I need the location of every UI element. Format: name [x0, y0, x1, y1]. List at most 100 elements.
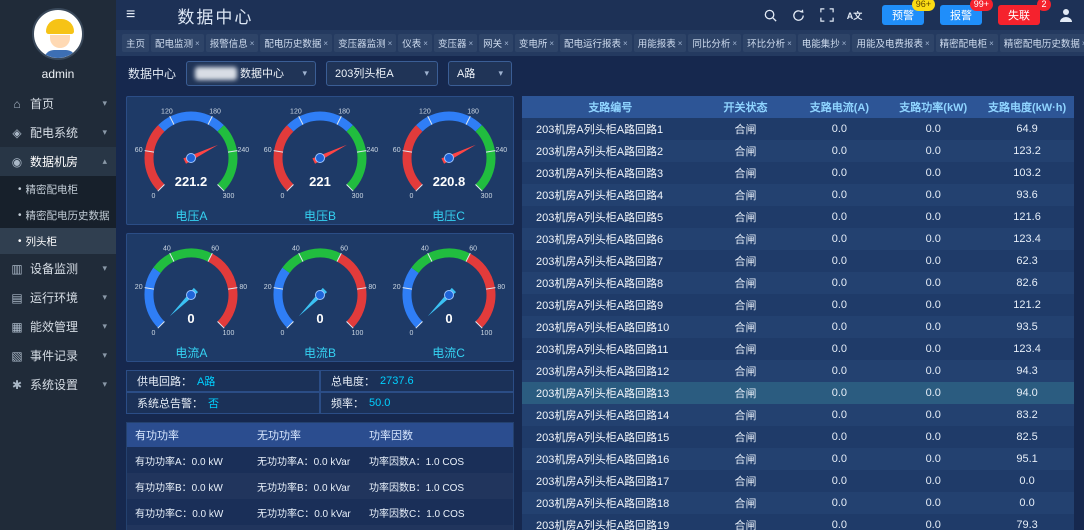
offline-button[interactable]: 失联2 [998, 5, 1040, 25]
branch-energy-cell: 121.6 [980, 206, 1074, 228]
table-row[interactable]: 203机房A列头柜A路回路17合闸0.00.00.0 [522, 470, 1074, 492]
tab-close-icon[interactable]: × [925, 39, 930, 48]
svg-text:220.8: 220.8 [432, 174, 465, 189]
sidebar-subitem-precision-cabinet[interactable]: •精密配电柜 [0, 176, 116, 202]
tab-close-icon[interactable]: × [732, 39, 737, 48]
table-row[interactable]: 203机房A列头柜A路回路13合闸0.00.094.0 [522, 382, 1074, 404]
table-row[interactable]: 203机房A列头柜A路回路1合闸0.00.064.9 [522, 118, 1074, 140]
tab-substation[interactable]: 变电所× [515, 34, 558, 52]
svg-text:60: 60 [212, 245, 220, 252]
tab-close-icon[interactable]: × [423, 39, 428, 48]
sidebar-item-runtime-env[interactable]: ▤运行环境▾ [0, 283, 116, 312]
table-row[interactable]: 203机房A列头柜A路回路11合闸0.00.0123.4 [522, 338, 1074, 360]
chevron-down-icon: ▾ [102, 127, 107, 138]
tab-yoy-analysis[interactable]: 同比分析× [688, 34, 741, 52]
tab-precision-cabinet[interactable]: 精密配电柜× [936, 34, 998, 52]
sidebar-item-system-settings[interactable]: ✱系统设置▾ [0, 370, 116, 399]
gauge-voltage-b: 060120180240300221电压B [258, 100, 382, 224]
sidebar-item-power-system[interactable]: ◈配电系统▾ [0, 118, 116, 147]
branch-header-cell: 支路电度(kW·h) [980, 96, 1074, 118]
tab-energy-report[interactable]: 用能报表× [634, 34, 687, 52]
table-row[interactable]: 203机房A列头柜A路回路7合闸0.00.062.3 [522, 250, 1074, 272]
voltage-gauges: 060120180240300221.2电压A06012018024030022… [127, 97, 513, 224]
home-icon: ⌂ [9, 97, 25, 111]
tab-mom-analysis[interactable]: 环比分析× [743, 34, 796, 52]
gauge-label: 电压C [387, 207, 511, 224]
tab-close-icon[interactable]: × [504, 39, 509, 48]
sidebar-item-data-room[interactable]: ◉数据机房▴ [0, 147, 116, 176]
table-row[interactable]: 203机房A列头柜A路回路9合闸0.00.0121.2 [522, 294, 1074, 316]
svg-text:180: 180 [467, 108, 479, 115]
tab-close-icon[interactable]: × [623, 39, 628, 48]
tab-energy-collection[interactable]: 电能集抄× [798, 34, 851, 52]
table-row[interactable]: 203机房A列头柜A路回路10合闸0.00.093.5 [522, 316, 1074, 338]
language-icon[interactable]: A文 [846, 7, 863, 24]
avatar[interactable] [32, 8, 84, 60]
switch-status-cell: 合闸 [699, 316, 793, 338]
tab-home[interactable]: 主页 [122, 34, 149, 52]
tab-close-icon[interactable]: × [678, 39, 683, 48]
sidebar-item-event-log[interactable]: ▧事件记录▾ [0, 341, 116, 370]
tab-close-icon[interactable]: × [989, 39, 994, 48]
alarm-button[interactable]: 报警99+ [940, 5, 982, 25]
branch-power-cell: 0.0 [886, 470, 980, 492]
gauge-current-a: 0204060801000电流A [129, 237, 253, 361]
sidebar-item-home[interactable]: ⌂首页▾ [0, 89, 116, 118]
tab-power-history[interactable]: 配电历史数据× [260, 34, 332, 52]
tab-close-icon[interactable]: × [250, 39, 255, 48]
tab-precision-history[interactable]: 精密配电历史数据× [1000, 34, 1084, 52]
circuit-select[interactable]: A路▾ [448, 61, 512, 86]
tab-close-icon[interactable]: × [549, 39, 554, 48]
tab-energy-fee-report[interactable]: 用能及电费报表× [852, 34, 933, 52]
filter-label: 数据中心 [128, 65, 176, 82]
table-row[interactable]: 203机房A列头柜A路回路6合闸0.00.0123.4 [522, 228, 1074, 250]
table-row[interactable]: 203机房A列头柜A路回路2合闸0.00.0123.2 [522, 140, 1074, 162]
refresh-icon[interactable] [790, 7, 807, 24]
table-row[interactable]: 203机房A列头柜A路回路4合闸0.00.093.6 [522, 184, 1074, 206]
tab-close-icon[interactable]: × [323, 39, 328, 48]
tab-transformer-monitor[interactable]: 变压器监测× [334, 34, 396, 52]
summary-info-grid: 供电回路：A路总电度：2737.6系统总告警：否频率：50.0 [126, 370, 514, 414]
search-icon[interactable] [762, 7, 779, 24]
table-row[interactable]: 203机房A列头柜A路回路16合闸0.00.095.1 [522, 448, 1074, 470]
branch-energy-cell: 83.2 [980, 404, 1074, 426]
fullscreen-icon[interactable] [818, 7, 835, 24]
switch-status-cell: 合闸 [699, 426, 793, 448]
sidebar-subitem-row-head-cabinet[interactable]: •列头柜 [0, 228, 116, 254]
sidebar-item-device-monitor[interactable]: ▥设备监测▾ [0, 254, 116, 283]
tab-power-monitor[interactable]: 配电监测× [151, 34, 204, 52]
tab-label: 环比分析 [747, 36, 785, 50]
branch-energy-cell: 94.3 [980, 360, 1074, 382]
datacenter-select[interactable]: 数据中心▾ [186, 61, 316, 86]
tab-alarm-info[interactable]: 报警信息× [206, 34, 259, 52]
tab-close-icon[interactable]: × [388, 39, 393, 48]
tab-meter[interactable]: 仪表× [398, 34, 432, 52]
table-row[interactable]: 203机房A列头柜A路回路5合闸0.00.0121.6 [522, 206, 1074, 228]
svg-text:60: 60 [469, 245, 477, 252]
warning-badge: 96+ [912, 0, 935, 11]
tab-close-icon[interactable]: × [195, 39, 200, 48]
table-row[interactable]: 203机房A列头柜A路回路18合闸0.00.00.0 [522, 492, 1074, 514]
sidebar-item-energy-mgmt[interactable]: ▦能效管理▾ [0, 312, 116, 341]
svg-text:0: 0 [188, 311, 195, 326]
table-row[interactable]: 203机房A列头柜A路回路8合闸0.00.082.6 [522, 272, 1074, 294]
table-row[interactable]: 203机房A列头柜A路回路14合闸0.00.083.2 [522, 404, 1074, 426]
tab-close-icon[interactable]: × [468, 39, 473, 48]
tab-power-run-report[interactable]: 配电运行报表× [560, 34, 632, 52]
table-row[interactable]: 203机房A列头柜A路回路15合闸0.00.082.5 [522, 426, 1074, 448]
table-row[interactable]: 203机房A列头柜A路回路12合闸0.00.094.3 [522, 360, 1074, 382]
tab-close-icon[interactable]: × [787, 39, 792, 48]
svg-text:100: 100 [352, 330, 364, 337]
tab-close-icon[interactable]: × [842, 39, 847, 48]
sidebar-subitem-precision-history[interactable]: •精密配电历史数据 [0, 202, 116, 228]
user-icon[interactable] [1057, 7, 1074, 24]
cabinet-select[interactable]: 203列头柜A▾ [326, 61, 438, 86]
warning-button[interactable]: 预警96+ [882, 5, 924, 25]
table-row[interactable]: 203机房A列头柜A路回路3合闸0.00.0103.2 [522, 162, 1074, 184]
sidebar-item-label: 事件记录 [30, 347, 78, 364]
avatar-helmet [46, 19, 74, 34]
menu-toggle-icon[interactable]: ≡ [126, 6, 135, 24]
table-row[interactable]: 203机房A列头柜A路回路19合闸0.00.079.3 [522, 514, 1074, 530]
tab-transformer[interactable]: 变压器× [434, 34, 477, 52]
tab-gateway[interactable]: 网关× [479, 34, 513, 52]
